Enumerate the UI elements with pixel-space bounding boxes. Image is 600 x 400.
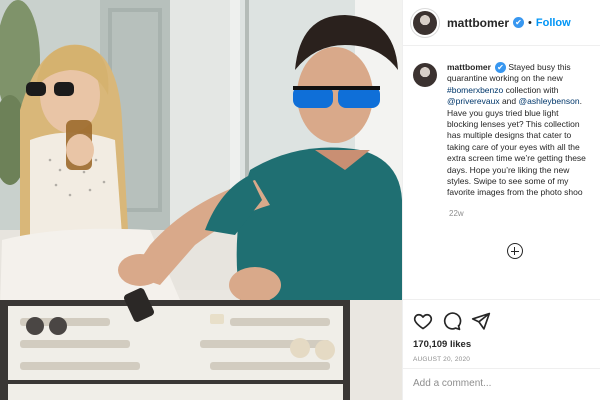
caption-line: favorite images from the photo shoo [447, 187, 583, 198]
caption-avatar[interactable] [413, 63, 437, 87]
hashtag-link[interactable]: #bomerxbenzo [447, 85, 503, 95]
separator-dot: • [528, 16, 532, 29]
post-side-panel: mattbomer ✔ • Follow mattbomer ✔ Stayed b… [402, 0, 600, 400]
caption-line: Stayed busy this [508, 62, 571, 72]
username-link[interactable]: mattbomer [447, 16, 509, 30]
like-count[interactable]: 170,109 likes [413, 339, 591, 350]
paper-plane-icon[interactable] [471, 311, 491, 331]
plus-circle-icon[interactable] [507, 243, 523, 259]
caption-line: quarantine working on the new [447, 73, 563, 84]
caption-line: days. Hope you’re liking the new [447, 164, 570, 175]
caption-text: mattbomer ✔ Stayed busy this quarantine w… [447, 62, 590, 199]
action-icons [413, 310, 591, 332]
comment-placeholder: Add a comment... [413, 378, 492, 389]
action-bar: 170,109 likes AUGUST 20, 2020 [403, 299, 600, 363]
add-comment-input[interactable]: Add a comment... [403, 368, 600, 400]
mention-link[interactable]: @ashleybenson [518, 96, 579, 106]
caption-line: styles. Swipe to see some of my [447, 176, 569, 187]
caption-line: collection with [503, 84, 559, 95]
caption-line: taking care of your eyes with all the [447, 141, 580, 152]
post-photo-illustration [0, 0, 402, 400]
caption-line: blocking lenses yet? This collection [447, 119, 580, 130]
caption-line: has multiple designs that cater to [447, 130, 572, 141]
caption-line: and [499, 96, 519, 107]
post-date: AUGUST 20, 2020 [413, 356, 471, 363]
profile-avatar[interactable] [413, 10, 437, 35]
verified-badge-icon: ✔ [513, 17, 525, 28]
mention-link[interactable]: @priverevaux [447, 96, 500, 106]
comment-icon[interactable] [442, 311, 462, 331]
caption-line: . [579, 96, 582, 107]
follow-button[interactable]: Follow [536, 17, 571, 29]
heart-icon[interactable] [413, 311, 433, 331]
caption-verified-badge-icon: ✔ [494, 62, 506, 74]
caption-username[interactable]: mattbomer [447, 62, 491, 72]
caption-line: extra screen time we’re getting these [447, 153, 586, 164]
caption-line: Have you guys tried blue light [447, 107, 559, 118]
post-header: mattbomer ✔ • Follow [403, 0, 600, 46]
caption-section: mattbomer ✔ Stayed busy this quarantine w… [403, 46, 600, 199]
time-ago[interactable]: 22w [449, 209, 600, 218]
post-image[interactable] [0, 0, 402, 400]
